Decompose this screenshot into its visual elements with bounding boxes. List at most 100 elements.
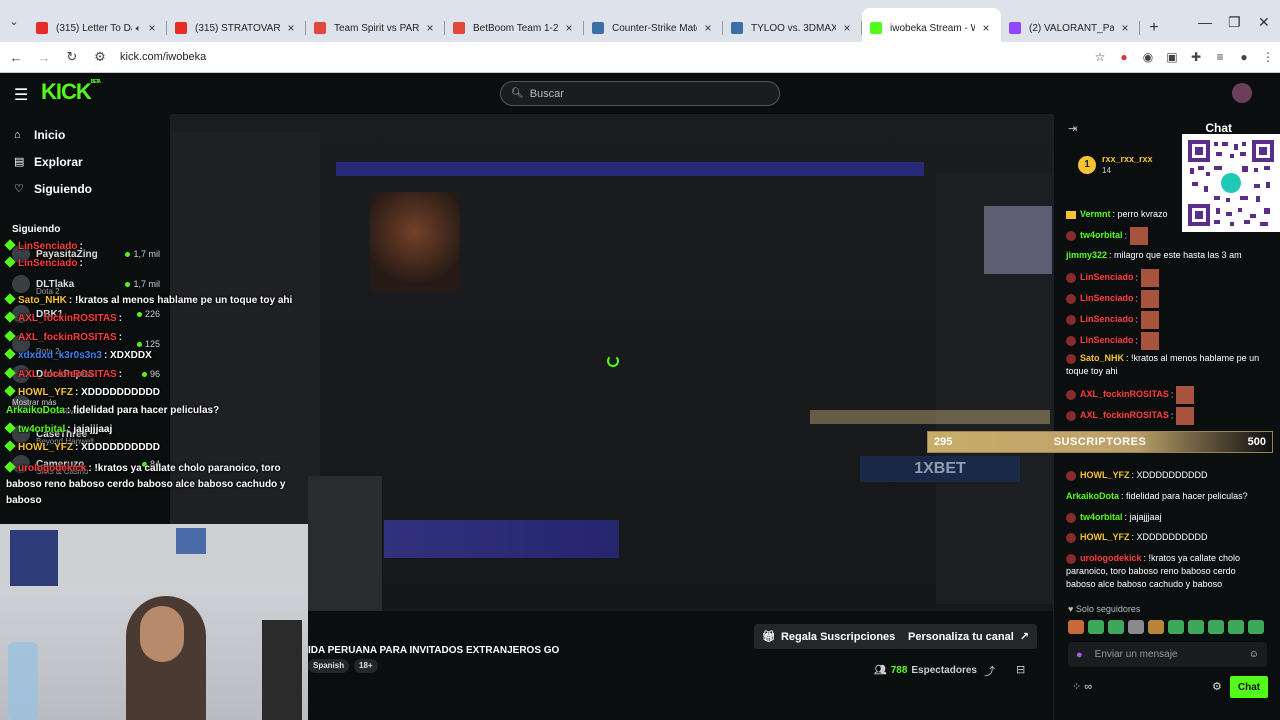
search-placeholder: Buscar: [529, 87, 564, 100]
new-tab-button[interactable]: +: [1140, 13, 1168, 43]
mic-icon[interactable]: ●: [1076, 649, 1083, 661]
emote-icon[interactable]: [1068, 620, 1084, 634]
chat-username[interactable]: HOWL_YFZ: [1080, 532, 1130, 542]
channel-viewers: 96: [142, 369, 160, 379]
tab-close-icon[interactable]: ×: [423, 21, 437, 35]
reload-icon[interactable]: ↻: [60, 49, 84, 65]
badge-icon: [4, 256, 16, 268]
chat-username[interactable]: Sato_NHK: [1080, 353, 1124, 363]
chat-username[interactable]: tw4orbital: [1080, 230, 1123, 240]
emote-icon[interactable]: [1088, 620, 1104, 634]
overlay-chat-user: tw4orbital: [18, 424, 66, 435]
extension-icon[interactable]: ●: [1112, 50, 1136, 64]
emote-icon: [1176, 386, 1195, 404]
sub-badge-icon: [1066, 512, 1076, 523]
chat-username[interactable]: LinSenciado: [1080, 293, 1134, 303]
search-input[interactable]: 🔍︎ Buscar: [500, 81, 780, 106]
chat-username[interactable]: LinSenciado: [1080, 335, 1134, 345]
emote-icon[interactable]: [1128, 620, 1144, 634]
infinity-icon[interactable]: ⁘ ∞: [1072, 680, 1092, 693]
emote-icon[interactable]: [1148, 620, 1164, 634]
clip-icon[interactable]: ⊟: [1016, 663, 1025, 676]
tab-close-icon[interactable]: ×: [284, 21, 298, 35]
chat-message: LinSenciado:: [1066, 311, 1266, 329]
overlay-chat-line: urologodekick: !kratos ya callate cholo …: [4, 461, 286, 509]
viewer-count: 👥︎ 788 Espectadores: [874, 665, 977, 676]
emote-icon[interactable]: [1228, 620, 1244, 634]
chat-username[interactable]: HOWL_YFZ: [1080, 470, 1130, 480]
minimize-icon[interactable]: —: [1198, 14, 1212, 30]
tab-audio-icon[interactable]: 🔈︎: [136, 23, 141, 34]
chat-username[interactable]: AXL_fockinROSITAS: [1080, 410, 1169, 420]
chat-username[interactable]: Vermnt: [1080, 209, 1111, 219]
nav-explorar[interactable]: ▤ Explorar: [0, 148, 170, 175]
emote-icon[interactable]: [1208, 620, 1224, 634]
gift-label: Regala Suscripciones: [780, 630, 896, 643]
browser-tab[interactable]: Counter-Strike Matches & ×: [584, 13, 723, 43]
sub-badge-icon: [1066, 470, 1076, 481]
close-window-icon[interactable]: ✕: [1258, 14, 1270, 31]
kick-logo[interactable]: KICKBETA: [41, 79, 101, 105]
sub-badge-icon: [1066, 532, 1076, 543]
emote-icon[interactable]: [1188, 620, 1204, 634]
compass-icon: ▤: [14, 156, 25, 168]
browser-menu-icon[interactable]: ⋮: [1256, 50, 1280, 64]
extensions-puzzle-icon[interactable]: ✚: [1184, 50, 1208, 64]
site-info-icon[interactable]: ⚙: [88, 49, 112, 65]
collapse-chat-icon[interactable]: ⇥: [1068, 122, 1077, 135]
tab-close-icon[interactable]: ×: [701, 21, 715, 35]
customize-channel-button[interactable]: Personaliza tu canal ↗: [900, 624, 1037, 649]
tab-close-icon[interactable]: ×: [562, 21, 576, 35]
user-avatar[interactable]: [1232, 83, 1252, 103]
send-chat-button[interactable]: Chat: [1230, 676, 1268, 698]
back-icon[interactable]: ←: [4, 50, 28, 65]
top-gifter-name[interactable]: rxx_rxx_rxx: [1102, 154, 1153, 164]
tab-close-icon[interactable]: ×: [840, 21, 854, 35]
nav-siguiendo[interactable]: ♡ Siguiendo: [0, 175, 170, 202]
emote-icon[interactable]: [1248, 620, 1264, 634]
nav-label: Inicio: [34, 127, 66, 142]
tab-close-icon[interactable]: ×: [1118, 21, 1132, 35]
browser-tab[interactable]: (315) Letter To Dana - 🔈︎ ×: [28, 13, 167, 43]
chat-username[interactable]: LinSenciado: [1080, 314, 1134, 324]
chat-username[interactable]: ArkaikoDota: [1066, 491, 1119, 501]
tag-mature[interactable]: 18+: [354, 659, 378, 673]
overlay-chat-text: :: [79, 258, 83, 269]
tab-close-icon[interactable]: ×: [145, 21, 159, 35]
chat-message: tw4orbital: jajajjjaaj: [1066, 511, 1266, 524]
emote-icon[interactable]: [1168, 620, 1184, 634]
webcam-streamer-face: [140, 606, 184, 662]
browser-tab[interactable]: Team Spirit vs PARIVISIO ×: [306, 13, 445, 43]
browser-tab[interactable]: BetBoom Team 1-2 Tundr ×: [445, 13, 584, 43]
gift-subs-button[interactable]: 🎁︎ Regala Suscripciones: [754, 624, 904, 649]
chat-username[interactable]: AXL_fockinROSITAS: [1080, 389, 1169, 399]
profile-avatar[interactable]: ●: [1232, 50, 1256, 64]
tab-close-icon[interactable]: ×: [979, 21, 993, 35]
chat-username[interactable]: urologodekick: [1080, 553, 1142, 563]
tab-search-icon[interactable]: ⌄: [0, 4, 28, 38]
chat-username[interactable]: LinSenciado: [1080, 272, 1134, 282]
url-field[interactable]: kick.com/iwobeka: [120, 51, 1088, 63]
browser-tab[interactable]: (2) VALORANT_Pacific - T ×: [1001, 13, 1140, 43]
chat-username[interactable]: tw4orbital: [1080, 512, 1123, 522]
extension-icon[interactable]: ▣: [1160, 50, 1184, 64]
browser-tab[interactable]: TYLOO vs. 3DMAX at FISS ×: [723, 13, 862, 43]
maximize-icon[interactable]: ❐: [1228, 14, 1241, 31]
media-controls-icon[interactable]: ≡: [1208, 50, 1232, 64]
chat-username[interactable]: jimmy322: [1066, 250, 1107, 260]
forward-icon[interactable]: →: [32, 50, 56, 65]
sub-badge-icon: [1066, 553, 1076, 564]
tag-language[interactable]: Spanish: [308, 659, 350, 673]
chat-message-input[interactable]: ● Enviar un mensaje ☺: [1068, 642, 1267, 667]
browser-tab[interactable]: (315) STRATOVARIUS 'Su ×: [167, 13, 306, 43]
nav-inicio[interactable]: ⌂ Inicio: [0, 121, 170, 148]
extension-icon[interactable]: ◉: [1136, 50, 1160, 64]
emoji-icon[interactable]: ☺: [1249, 649, 1259, 660]
share-icon[interactable]: ⤴: [984, 663, 995, 679]
emote-icon[interactable]: [1108, 620, 1124, 634]
overlay-chat-user: xdxdxd_k3r0s3n3: [18, 350, 102, 361]
bookmark-star-icon[interactable]: ☆: [1088, 50, 1112, 64]
chat-input-placeholder: Enviar un mensaje: [1094, 649, 1178, 660]
settings-gear-icon[interactable]: ⚙: [1212, 680, 1222, 693]
hamburger-menu-icon[interactable]: ☰: [14, 85, 28, 105]
